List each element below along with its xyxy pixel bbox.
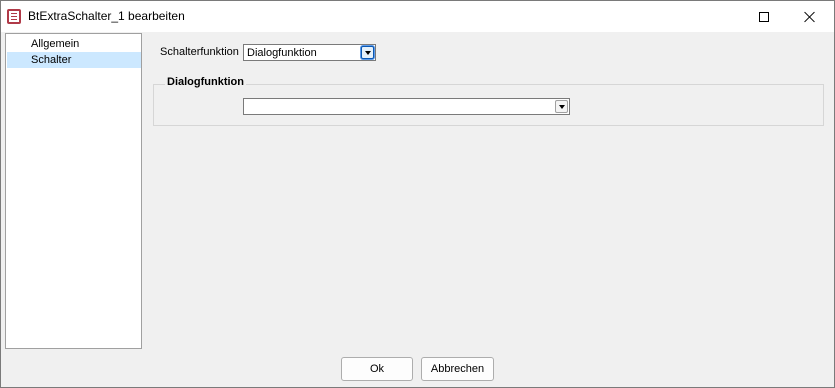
maximize-icon (759, 11, 769, 22)
close-icon (804, 11, 816, 23)
document-edit-icon (7, 9, 21, 24)
dialogfunktion-dropdown-button[interactable] (555, 100, 568, 113)
chevron-down-icon (364, 50, 371, 55)
ok-button[interactable]: Ok (341, 357, 413, 381)
schalterfunktion-dropdown-button[interactable] (361, 46, 374, 59)
title-bar[interactable]: BtExtraSchalter_1 bearbeiten (1, 1, 834, 32)
window-title: BtExtraSchalter_1 bearbeiten (28, 9, 185, 23)
schalterfunktion-label: Schalterfunktion (160, 46, 239, 58)
schalterfunktion-value: Dialogfunktion (247, 47, 317, 59)
nav-item-allgemein[interactable]: Allgemein (7, 36, 141, 52)
dialogfunktion-group-title: Dialogfunktion (165, 76, 246, 88)
dialog-window: BtExtraSchalter_1 bearbeiten Allgemein S… (0, 0, 835, 388)
chevron-down-icon (558, 104, 565, 109)
cancel-button[interactable]: Abbrechen (421, 357, 494, 381)
close-button[interactable] (787, 1, 833, 32)
dialogfunktion-select[interactable] (243, 98, 570, 115)
maximize-button[interactable] (741, 1, 787, 32)
schalterfunktion-select[interactable]: Dialogfunktion (243, 44, 376, 61)
navigation-tree[interactable]: Allgemein Schalter (5, 33, 142, 349)
nav-item-schalter[interactable]: Schalter (7, 52, 141, 68)
